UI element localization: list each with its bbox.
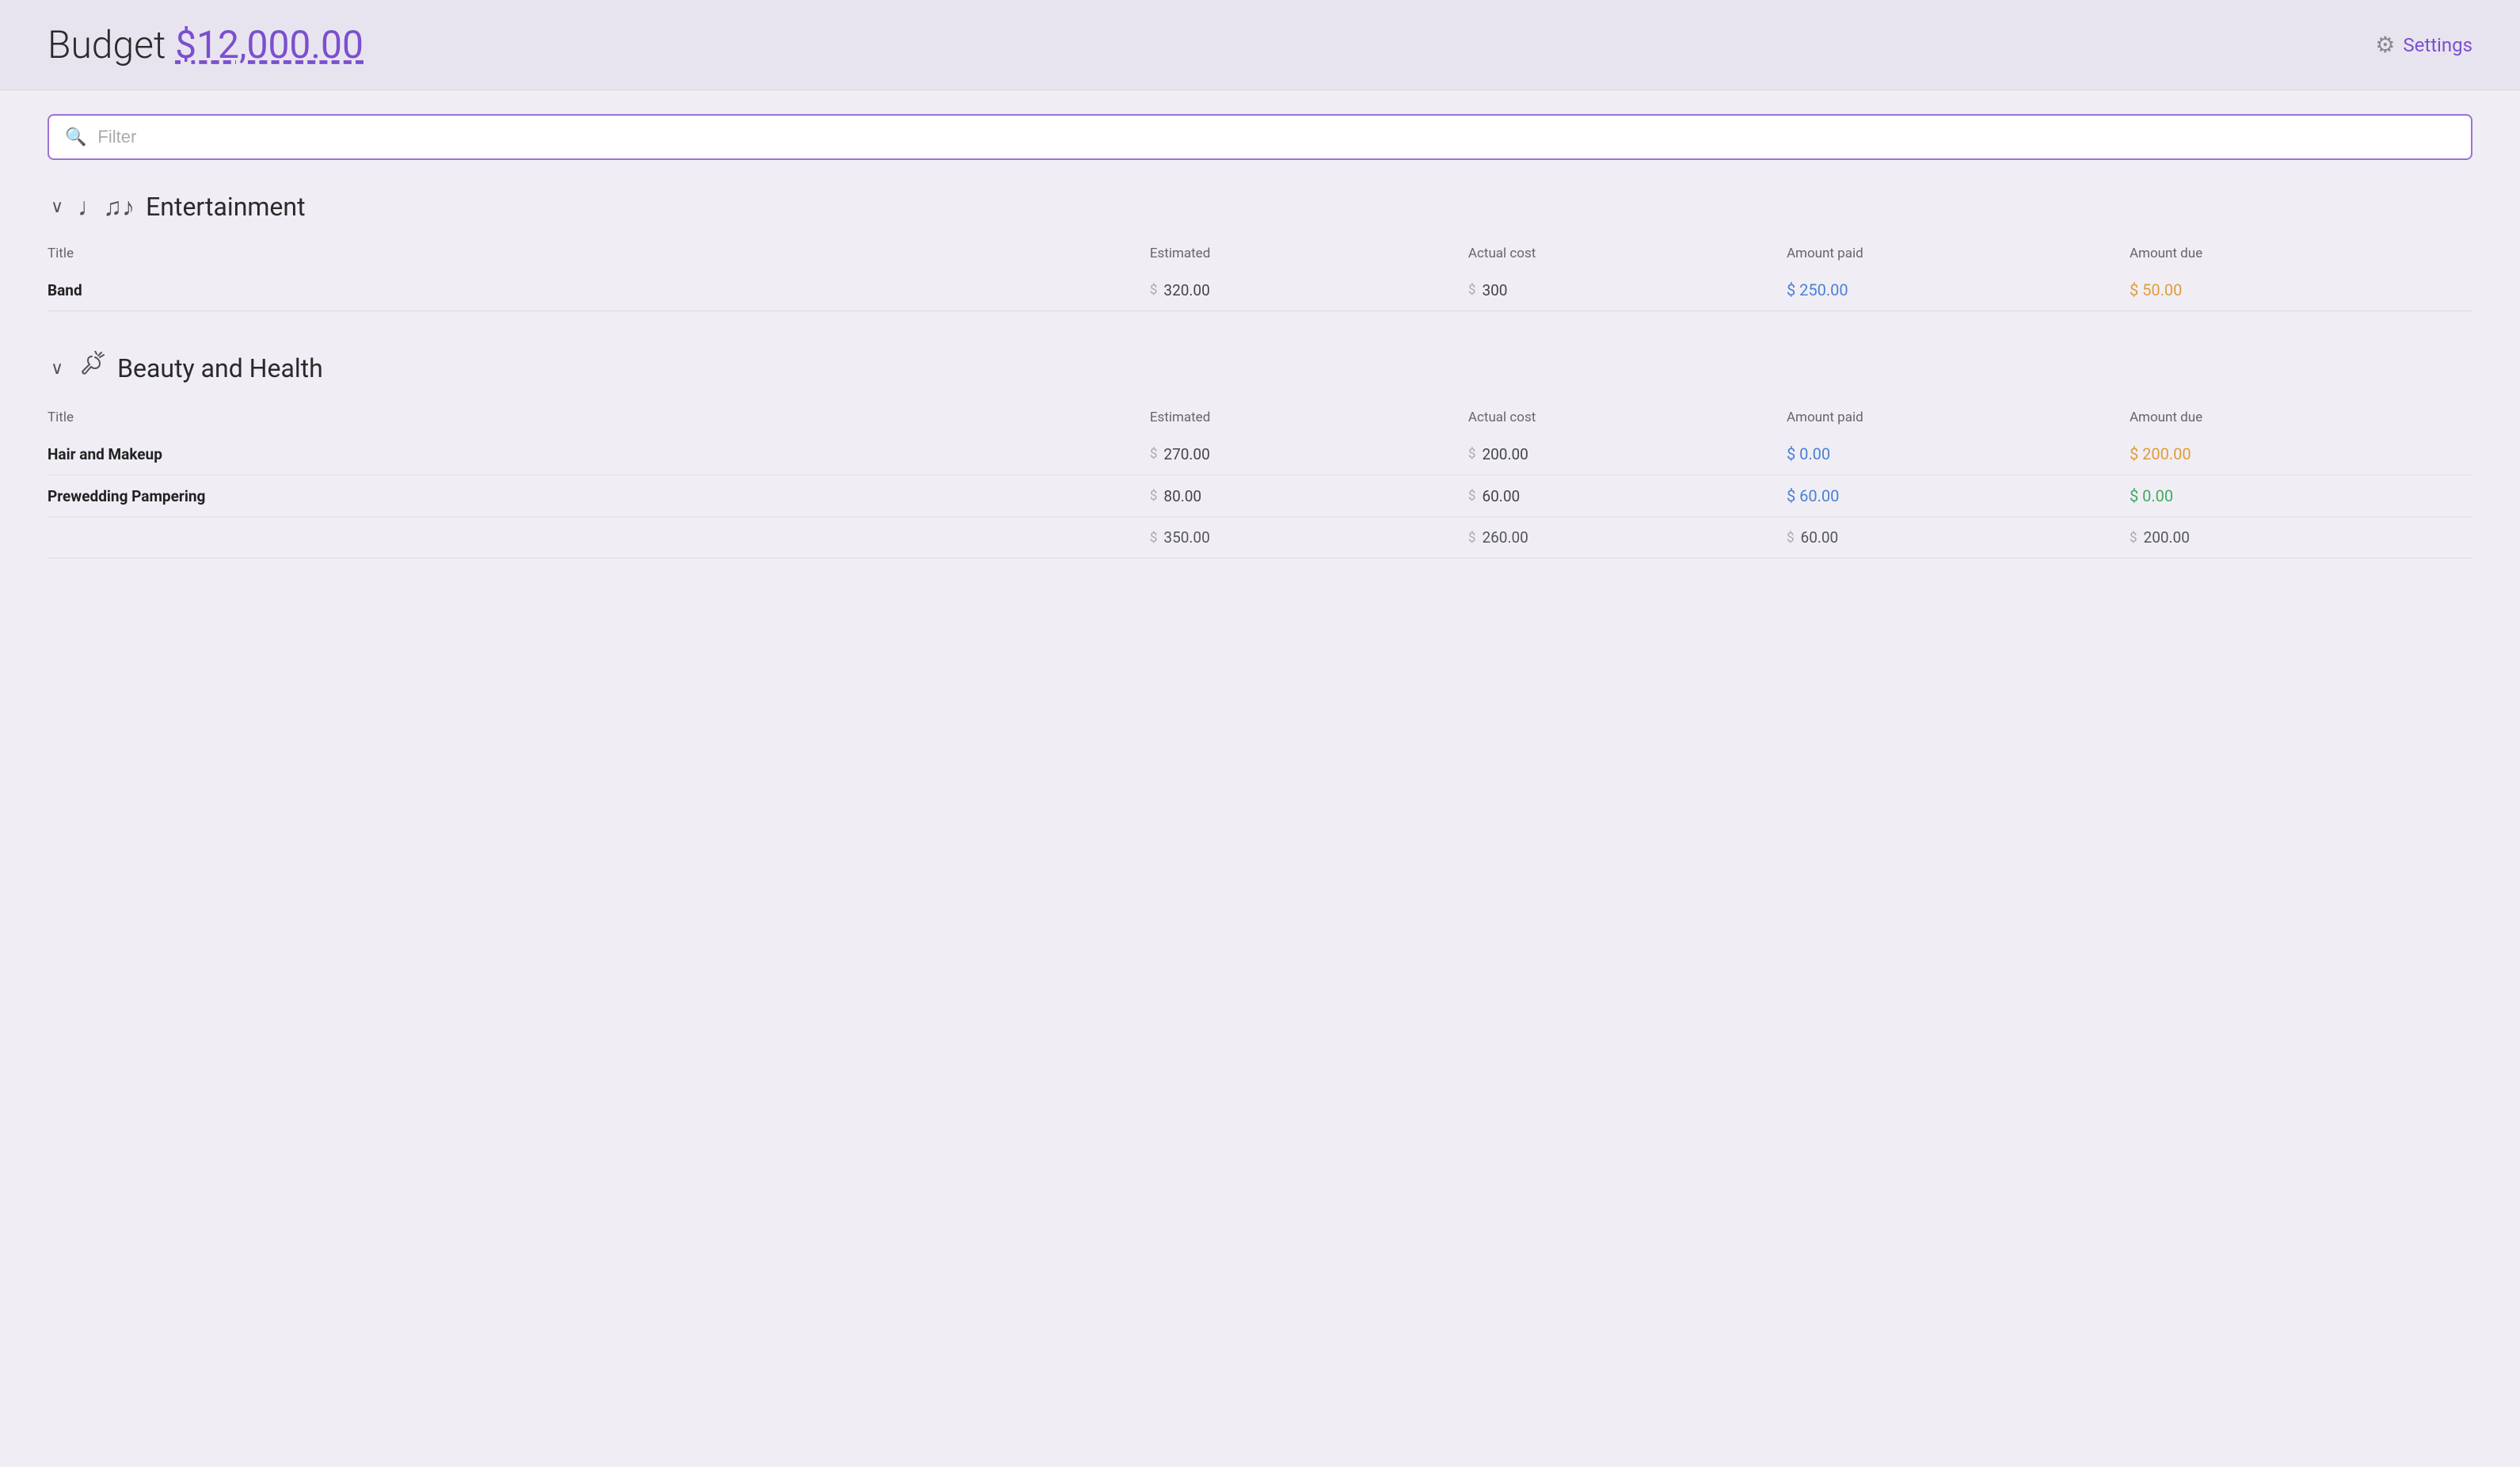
entertainment-title: Entertainment <box>146 192 305 222</box>
dollar-icon: $ <box>1150 488 1158 504</box>
dollar-icon: $ <box>1150 530 1158 546</box>
item-actual: $ 60.00 <box>1468 475 1787 517</box>
col-actual-header: Actual cost <box>1468 238 1787 269</box>
beauty-health-section: ∨ Beauty and Health Title Estimated Actu… <box>48 351 2472 558</box>
dollar-icon: $ <box>1150 282 1158 298</box>
item-title: Hair and Makeup <box>48 433 1150 475</box>
beauty-health-collapse-button[interactable]: ∨ <box>48 355 67 382</box>
item-estimated: $ 80.00 <box>1150 475 1468 517</box>
totals-due: $ 200.00 <box>2130 517 2472 558</box>
col-due-header: Amount due <box>2130 238 2472 269</box>
table-row: Band $ 320.00 $ 300 $ 250 <box>48 269 2472 311</box>
item-paid: $ 0.00 <box>1787 433 2130 475</box>
col-estimated-header: Estimated <box>1150 402 1468 433</box>
col-actual-header: Actual cost <box>1468 402 1787 433</box>
col-estimated-header: Estimated <box>1150 238 1468 269</box>
item-due: $ 50.00 <box>2130 269 2472 311</box>
beauty-health-title: Beauty and Health <box>117 353 323 383</box>
item-paid: $ 250.00 <box>1787 269 2130 311</box>
settings-label: Settings <box>2403 34 2472 56</box>
item-title: Prewedding Pampering <box>48 475 1150 517</box>
totals-title <box>48 517 1150 558</box>
item-title: Band <box>48 269 1150 311</box>
beauty-health-header: ∨ Beauty and Health <box>48 351 2472 386</box>
totals-actual: $ 260.00 <box>1468 517 1787 558</box>
entertainment-table: Title Estimated Actual cost Amount paid … <box>48 238 2472 311</box>
settings-button[interactable]: ⚙ Settings <box>2375 32 2472 58</box>
page-title: Budget $12,000.00 <box>48 22 364 67</box>
dollar-icon: $ <box>1150 446 1158 462</box>
filter-wrapper: 🔍 <box>48 114 2472 160</box>
col-paid-header: Amount paid <box>1787 238 2130 269</box>
table-row: Prewedding Pampering $ 80.00 $ 60.00 <box>48 475 2472 517</box>
entertainment-icon: ♩♫♪ <box>78 192 135 222</box>
col-paid-header: Amount paid <box>1787 402 2130 433</box>
dollar-icon: $ <box>1468 446 1476 462</box>
filter-container: 🔍 <box>48 114 2472 160</box>
dollar-icon: $ <box>2130 530 2137 546</box>
dollar-icon: $ <box>1787 530 1795 546</box>
col-due-header: Amount due <box>2130 402 2472 433</box>
item-estimated: $ 320.00 <box>1150 269 1468 311</box>
totals-row: $ 350.00 $ 260.00 $ 60.00 <box>48 517 2472 558</box>
item-paid: $ 60.00 <box>1787 475 2130 517</box>
table-row: Hair and Makeup $ 270.00 $ 200.00 <box>48 433 2472 475</box>
totals-paid: $ 60.00 <box>1787 517 2130 558</box>
beauty-health-table: Title Estimated Actual cost Amount paid … <box>48 402 2472 558</box>
item-due: $ 200.00 <box>2130 433 2472 475</box>
dollar-icon: $ <box>1468 488 1476 504</box>
filter-input[interactable] <box>97 127 2455 147</box>
dollar-icon: $ <box>1468 530 1476 546</box>
budget-amount[interactable]: $12,000.00 <box>175 22 364 67</box>
dollar-icon: $ <box>1468 282 1476 298</box>
main-content: 🔍 ∨ ♩♫♪ Entertainment Title Estimated Ac… <box>0 90 2520 622</box>
entertainment-header: ∨ ♩♫♪ Entertainment <box>48 192 2472 222</box>
gear-icon: ⚙ <box>2375 32 2395 58</box>
totals-estimated: $ 350.00 <box>1150 517 1468 558</box>
entertainment-collapse-button[interactable]: ∨ <box>48 193 67 220</box>
item-estimated: $ 270.00 <box>1150 433 1468 475</box>
item-actual: $ 200.00 <box>1468 433 1787 475</box>
page-header: Budget $12,000.00 ⚙ Settings <box>0 0 2520 90</box>
item-due: $ 0.00 <box>2130 475 2472 517</box>
search-icon: 🔍 <box>65 128 86 147</box>
entertainment-section: ∨ ♩♫♪ Entertainment Title Estimated Actu… <box>48 192 2472 311</box>
col-title-header: Title <box>48 238 1150 269</box>
beauty-health-icon <box>78 351 106 386</box>
item-actual: $ 300 <box>1468 269 1787 311</box>
col-title-header: Title <box>48 402 1150 433</box>
